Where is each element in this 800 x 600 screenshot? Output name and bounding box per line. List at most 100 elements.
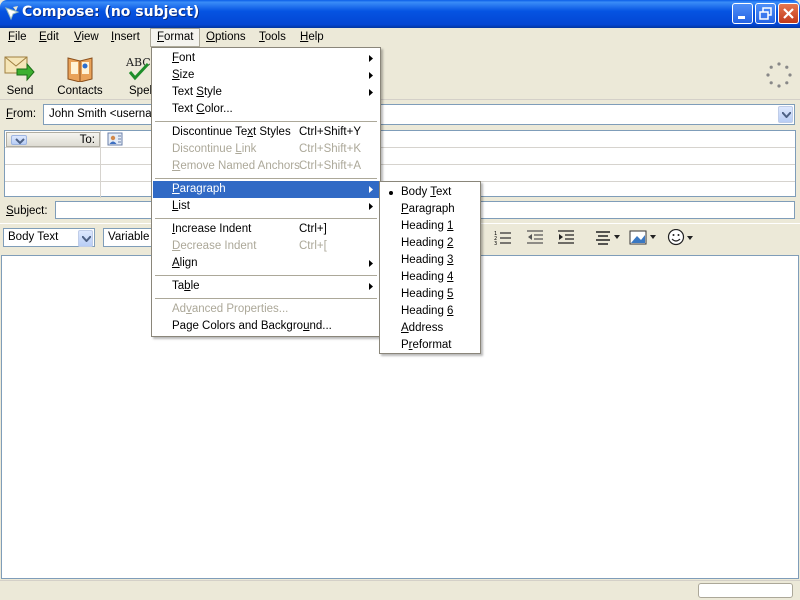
menu-separator — [155, 298, 377, 299]
menu-item-list[interactable]: List — [153, 198, 379, 215]
subject-label: Subject: — [6, 205, 48, 217]
paragraph-style-select[interactable]: Body Text — [3, 228, 95, 247]
from-label: From: — [6, 108, 37, 120]
submenu-arrow-icon — [369, 89, 373, 96]
menu-item-text-style[interactable]: Text Style — [153, 84, 379, 101]
menu-separator — [155, 121, 377, 122]
from-dropdown-button[interactable] — [778, 106, 793, 123]
menu-item-heading-6[interactable]: Heading 6 — [381, 303, 479, 320]
shortcut: Ctrl+[ — [299, 240, 327, 252]
menu-item-preformat[interactable]: Preformat — [381, 337, 479, 354]
shortcut: Ctrl+] — [299, 223, 327, 235]
address-book-icon — [107, 132, 123, 146]
contacts-label: Contacts — [57, 85, 103, 97]
menu-separator — [155, 275, 377, 276]
menu-item-heading-2[interactable]: Heading 2 — [381, 235, 479, 252]
minimize-icon — [738, 16, 745, 19]
send-label: Send — [6, 85, 34, 97]
menu-item-discontinue-text-styles[interactable]: Discontinue Text Styles Ctrl+Shift+Y — [153, 124, 379, 141]
menu-item-heading-5[interactable]: Heading 5 — [381, 286, 479, 303]
spell-icon: ABC — [125, 56, 151, 81]
selected-bullet-icon — [389, 191, 393, 195]
menu-view[interactable]: View — [68, 28, 105, 47]
menu-separator — [155, 218, 377, 219]
chevron-down-icon — [82, 236, 91, 242]
menu-item-remove-named-anchors: Remove Named Anchors Ctrl+Shift+A — [172, 160, 361, 172]
menu-options[interactable]: Options — [200, 28, 252, 47]
compose-icon — [5, 6, 20, 21]
main-toolbar: Send Contacts ABC Spel — [0, 47, 800, 100]
submenu-arrow-icon — [369, 55, 373, 62]
menu-item-heading-1[interactable]: Heading 1 — [381, 218, 479, 235]
submenu-arrow-icon — [369, 283, 373, 290]
menu-insert[interactable]: Insert — [105, 28, 146, 47]
address-type-cell — [5, 148, 101, 164]
menu-item-align[interactable]: Align — [153, 255, 379, 272]
chevron-down-icon — [15, 138, 25, 145]
address-type-dropdown[interactable] — [11, 135, 27, 145]
menu-item-paragraph[interactable]: Paragraph — [153, 181, 379, 198]
close-button[interactable] — [778, 3, 799, 24]
menu-help[interactable]: Help — [294, 28, 330, 47]
submenu-arrow-icon — [369, 260, 373, 267]
address-type-select[interactable]: To: — [6, 132, 100, 147]
status-progress-panel — [698, 583, 793, 598]
menu-item-font[interactable]: Font — [153, 50, 379, 67]
menu-item-body-text[interactable]: Body Text — [381, 184, 479, 201]
menu-item-page-colors[interactable]: Page Colors and Background... — [153, 318, 379, 335]
minimize-button[interactable] — [732, 3, 753, 24]
paragraph-submenu: Body Text Paragraph Heading 1 Heading 2 … — [379, 181, 481, 354]
from-value: John Smith <usernan — [49, 108, 158, 120]
address-type-cell — [5, 165, 101, 181]
address-type-cell — [5, 182, 101, 198]
title-bar[interactable]: Compose: (no subject) — [0, 0, 800, 28]
address-row[interactable]: To: — [5, 131, 795, 148]
menu-item-paragraph-style[interactable]: Paragraph — [381, 201, 479, 218]
shortcut: Ctrl+Shift+Y — [299, 126, 361, 138]
restore-icon — [759, 7, 772, 20]
spell-button[interactable]: ABC Spel — [122, 50, 154, 98]
send-button[interactable]: Send — [0, 50, 40, 98]
restore-button[interactable] — [755, 3, 776, 24]
status-bar — [0, 580, 800, 600]
menu-item-text-color[interactable]: Text Color... — [153, 101, 379, 118]
menu-file[interactable]: File — [2, 28, 33, 47]
smiley-icon[interactable] — [667, 229, 697, 247]
align-icon[interactable] — [594, 229, 622, 245]
submenu-arrow-icon — [369, 203, 373, 210]
menu-tools[interactable]: Tools — [253, 28, 292, 47]
throbber-icon — [766, 62, 792, 88]
address-row[interactable] — [5, 148, 795, 165]
menu-edit[interactable]: Edit — [33, 28, 65, 47]
address-type-label: To: — [79, 134, 95, 146]
numbered-list-icon[interactable]: 1 2 3 — [494, 229, 512, 245]
menu-format[interactable]: Format — [150, 28, 201, 47]
menu-separator — [155, 178, 377, 179]
contacts-icon — [67, 57, 93, 82]
submenu-arrow-icon — [369, 72, 373, 79]
address-row[interactable] — [5, 165, 795, 182]
chevron-down-icon — [782, 112, 791, 118]
svg-text:3: 3 — [494, 241, 497, 245]
contacts-button[interactable]: Contacts — [54, 50, 106, 98]
submenu-arrow-icon — [369, 186, 373, 193]
menu-item-heading-3[interactable]: Heading 3 — [381, 252, 479, 269]
format-menu: Font Size Text Style Text Color... Disco… — [151, 47, 381, 337]
paragraph-style-dropdown[interactable] — [78, 230, 93, 247]
outdent-icon[interactable] — [526, 229, 544, 245]
insert-image-icon[interactable] — [629, 229, 659, 245]
menu-item-advanced-properties: Advanced Properties... — [172, 303, 289, 315]
menu-item-discontinue-link: Discontinue Link Ctrl+Shift+K — [172, 143, 361, 155]
shortcut: Ctrl+Shift+K — [299, 143, 361, 155]
menu-item-heading-4[interactable]: Heading 4 — [381, 269, 479, 286]
menu-item-table[interactable]: Table — [153, 278, 379, 295]
menu-item-decrease-indent: Decrease Indent Ctrl+[ — [172, 240, 327, 252]
indent-icon[interactable] — [557, 229, 575, 245]
window-title: Compose: (no subject) — [22, 4, 200, 20]
menu-item-address[interactable]: Address — [381, 320, 479, 337]
menu-item-size[interactable]: Size — [153, 67, 379, 84]
address-type-cell: To: — [5, 131, 101, 147]
menu-bar: File Edit View Insert Format Options Too… — [0, 28, 800, 47]
paragraph-style-value: Body Text — [8, 231, 59, 243]
menu-item-increase-indent[interactable]: Increase Indent Ctrl+] — [153, 221, 379, 238]
